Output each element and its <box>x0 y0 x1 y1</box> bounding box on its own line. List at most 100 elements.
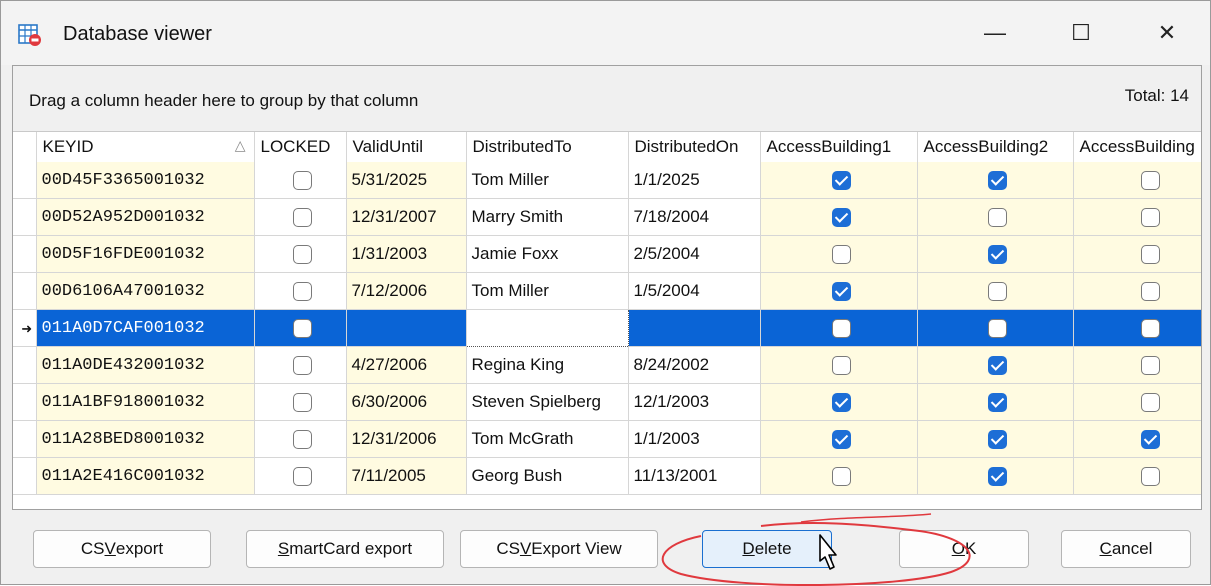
csv-export-button[interactable]: CS V export <box>33 530 211 568</box>
distributed-on-cell[interactable]: 11/13/2001 <box>628 457 761 495</box>
access-building1-cell[interactable] <box>760 272 918 310</box>
access-building3-cell[interactable] <box>1073 346 1201 384</box>
locked-cell[interactable] <box>254 235 347 273</box>
checkbox-unchecked[interactable] <box>1141 245 1160 264</box>
ok-button[interactable]: OK <box>899 530 1029 568</box>
distributed-on-cell[interactable]: 8/24/2002 <box>628 346 761 384</box>
distributed-on-cell[interactable]: 1/1/2003 <box>628 420 761 458</box>
locked-cell[interactable] <box>254 420 347 458</box>
keyid-cell[interactable]: 011A0D7CAF001032 <box>36 309 255 347</box>
locked-cell[interactable] <box>254 309 347 347</box>
access-building1-cell[interactable] <box>760 383 918 421</box>
access-building2-cell[interactable] <box>917 383 1074 421</box>
table-row[interactable]: ➜ 011A0D7CAF001032 <box>13 309 1201 347</box>
access-building1-cell[interactable] <box>760 162 918 199</box>
maximize-button[interactable]: ☐ <box>1049 11 1113 55</box>
locked-cell[interactable] <box>254 162 347 199</box>
access-building3-cell[interactable] <box>1073 198 1201 236</box>
csv-export-view-button[interactable]: CS V Export View <box>460 530 658 568</box>
access-building2-cell[interactable] <box>917 235 1074 273</box>
valid-until-cell[interactable] <box>346 309 467 347</box>
checkbox-unchecked[interactable] <box>1141 467 1160 486</box>
delete-button[interactable]: Delete <box>702 530 832 568</box>
column-header-distributedon[interactable]: DistributedOn <box>628 132 761 162</box>
keyid-cell[interactable]: 011A0DE432001032 <box>36 346 255 384</box>
valid-until-cell[interactable]: 6/30/2006 <box>346 383 467 421</box>
distributed-on-cell[interactable]: 2/5/2004 <box>628 235 761 273</box>
access-building1-cell[interactable] <box>760 420 918 458</box>
checkbox-unchecked[interactable] <box>988 319 1007 338</box>
access-building3-cell[interactable] <box>1073 162 1201 199</box>
access-building3-cell[interactable] <box>1073 309 1201 347</box>
column-header-accessbuilding1[interactable]: AccessBuilding1 <box>760 132 918 162</box>
access-building2-cell[interactable] <box>917 198 1074 236</box>
checkbox-unchecked[interactable] <box>831 245 851 264</box>
distributed-to-cell[interactable]: Jamie Foxx <box>466 235 629 273</box>
distributed-on-cell[interactable] <box>628 309 761 347</box>
table-row[interactable]: 011A28BED8001032 12/31/2006 Tom McGrath 1/1… <box>13 420 1201 458</box>
checkbox-unchecked[interactable] <box>293 356 312 375</box>
column-header-validuntil[interactable]: ValidUntil <box>346 132 467 162</box>
valid-until-cell[interactable]: 12/31/2006 <box>346 420 467 458</box>
keyid-cell[interactable]: 00D5F16FDE001032 <box>36 235 255 273</box>
access-building2-cell[interactable] <box>917 162 1074 199</box>
distributed-to-cell[interactable]: Regina King <box>466 346 629 384</box>
checkbox-unchecked[interactable] <box>293 282 312 301</box>
access-building2-cell[interactable] <box>917 309 1074 347</box>
locked-cell[interactable] <box>254 457 347 495</box>
checkbox-unchecked[interactable] <box>293 393 312 412</box>
checkbox-checked[interactable] <box>988 467 1007 486</box>
group-by-panel[interactable]: Drag a column header here to group by th… <box>13 66 1201 132</box>
table-row[interactable]: 00D45F3365001032 5/31/2025 Tom Miller 1/1/2… <box>13 162 1201 199</box>
table-row[interactable]: 00D6106A47001032 7/12/2006 Tom Miller 1/5/2… <box>13 272 1201 310</box>
access-building1-cell[interactable] <box>760 235 918 273</box>
distributed-on-cell[interactable]: 1/1/2025 <box>628 162 761 199</box>
access-building1-cell[interactable] <box>760 198 918 236</box>
keyid-cell[interactable]: 011A2E416C001032 <box>36 457 255 495</box>
locked-cell[interactable] <box>254 346 347 384</box>
keyid-cell[interactable]: 00D52A952D001032 <box>36 198 255 236</box>
checkbox-checked[interactable] <box>831 282 851 301</box>
distributed-on-cell[interactable]: 7/18/2004 <box>628 198 761 236</box>
access-building3-cell[interactable] <box>1073 235 1201 273</box>
minimize-button[interactable]: — <box>963 11 1027 55</box>
checkbox-checked[interactable] <box>831 171 851 190</box>
close-button[interactable]: ✕ <box>1135 11 1199 55</box>
access-building2-cell[interactable] <box>917 457 1074 495</box>
access-building2-cell[interactable] <box>917 346 1074 384</box>
distributed-on-cell[interactable]: 1/5/2004 <box>628 272 761 310</box>
valid-until-cell[interactable]: 4/27/2006 <box>346 346 467 384</box>
checkbox-checked[interactable] <box>831 393 851 412</box>
checkbox-unchecked[interactable] <box>293 171 312 190</box>
cancel-button[interactable]: Cancel <box>1061 530 1191 568</box>
column-header-keyid[interactable]: KEYID △ <box>36 132 255 162</box>
title-bar[interactable]: Database viewer — ☐ ✕ <box>1 1 1210 65</box>
keyid-cell[interactable]: 00D45F3365001032 <box>36 162 255 199</box>
checkbox-unchecked[interactable] <box>988 208 1007 227</box>
checkbox-checked[interactable] <box>831 430 851 449</box>
table-row[interactable]: 00D5F16FDE001032 1/31/2003 Jamie Foxx 2/5/2… <box>13 235 1201 273</box>
valid-until-cell[interactable]: 7/11/2005 <box>346 457 467 495</box>
checkbox-checked[interactable] <box>831 208 851 227</box>
access-building3-cell[interactable] <box>1073 457 1201 495</box>
access-building2-cell[interactable] <box>917 420 1074 458</box>
access-building1-cell[interactable] <box>760 457 918 495</box>
valid-until-cell[interactable]: 5/31/2025 <box>346 162 467 199</box>
locked-cell[interactable] <box>254 383 347 421</box>
access-building3-cell[interactable] <box>1073 272 1201 310</box>
column-header-locked[interactable]: LOCKED <box>254 132 347 162</box>
checkbox-unchecked[interactable] <box>293 319 312 338</box>
valid-until-cell[interactable]: 7/12/2006 <box>346 272 467 310</box>
distributed-to-cell[interactable]: Georg Bush <box>466 457 629 495</box>
valid-until-cell[interactable]: 12/31/2007 <box>346 198 467 236</box>
table-row[interactable]: 011A2E416C001032 7/11/2005 Georg Bush 11/13… <box>13 457 1201 495</box>
checkbox-unchecked[interactable] <box>1141 393 1160 412</box>
distributed-to-cell[interactable]: Tom McGrath <box>466 420 629 458</box>
checkbox-unchecked[interactable] <box>1141 356 1160 375</box>
checkbox-checked[interactable] <box>988 393 1007 412</box>
access-building1-cell[interactable] <box>760 309 918 347</box>
checkbox-unchecked[interactable] <box>293 430 312 449</box>
keyid-cell[interactable]: 00D6106A47001032 <box>36 272 255 310</box>
access-building1-cell[interactable] <box>760 346 918 384</box>
checkbox-unchecked[interactable] <box>293 208 312 227</box>
